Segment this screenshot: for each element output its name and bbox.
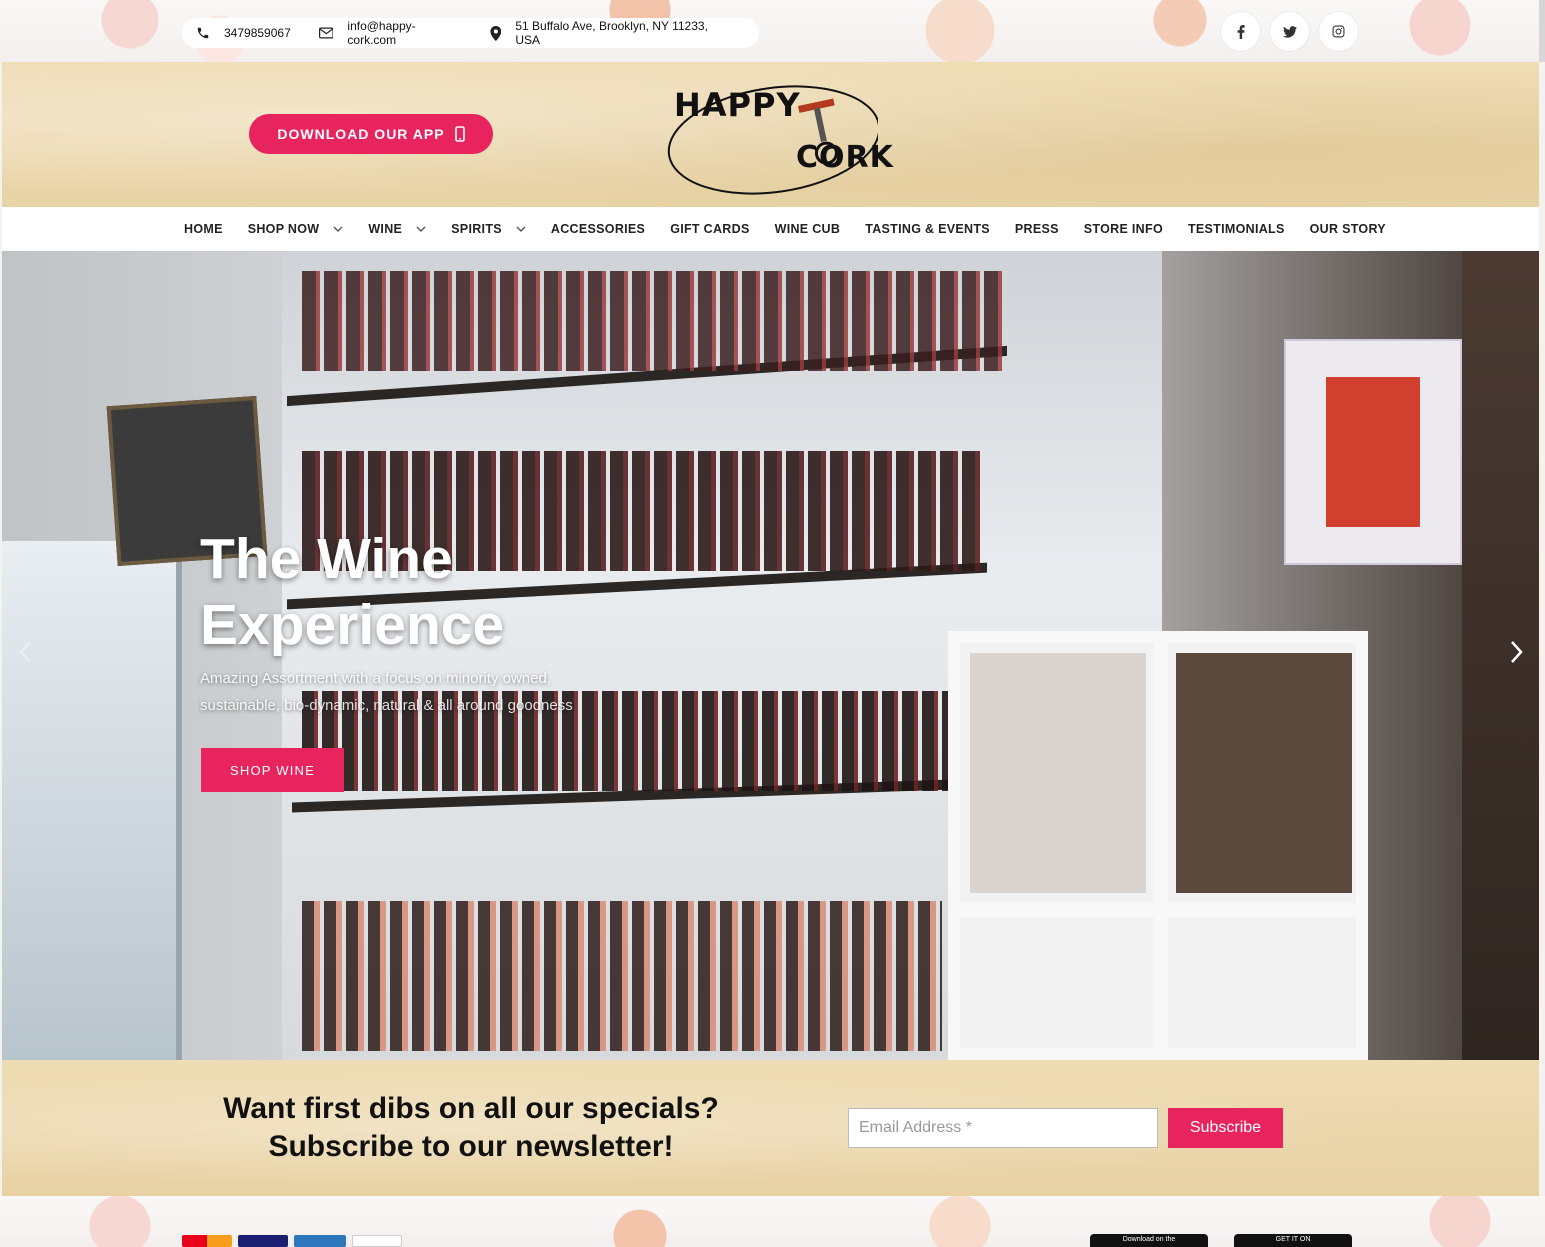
chevron-down-icon [333, 226, 343, 232]
newsletter-heading: Want first dibs on all our specials? Sub… [196, 1090, 746, 1166]
nav-label: HOME [184, 222, 223, 236]
visa-icon [238, 1235, 288, 1247]
nav-item-gift-cards[interactable]: GIFT CARDS [670, 222, 749, 236]
hero-subtitle-line: Amazing Assortment with a focus on minor… [200, 670, 551, 687]
map-pin-icon [490, 25, 501, 41]
email-contact[interactable]: info@happy-cork.com [318, 19, 462, 47]
logo-text-bottom: CORK [796, 140, 894, 175]
app-store-badge-text: Download on the [1122, 1236, 1176, 1243]
american-express-icon [294, 1235, 346, 1247]
nav-item-testimonials[interactable]: TESTIMONIALS [1188, 222, 1285, 236]
google-play-badge-text: GET IT ON [1275, 1236, 1311, 1243]
slider-next-arrow-icon[interactable] [1510, 640, 1524, 664]
envelope-icon [318, 27, 334, 39]
cube-cell [970, 653, 1146, 893]
nav-label: TASTING & EVENTS [865, 222, 990, 236]
nav-item-tasting-events[interactable]: TASTING & EVENTS [865, 222, 990, 236]
chevron-down-icon [516, 226, 526, 232]
nav-item-store-info[interactable]: STORE INFO [1084, 222, 1163, 236]
cube-cell [1176, 653, 1352, 893]
mastercard-icon [182, 1235, 232, 1247]
hero-book-image [1284, 339, 1462, 565]
hero-right-shadow [1462, 251, 1539, 1060]
mobile-phone-icon [454, 126, 465, 142]
instagram-icon [1332, 25, 1345, 38]
nav-label: STORE INFO [1083, 222, 1163, 236]
nav-item-shop-now[interactable]: SHOP NOW [248, 222, 344, 236]
newsletter-line: Subscribe to our newsletter! [268, 1130, 674, 1163]
nav-item-spirits[interactable]: SPIRITS [451, 222, 526, 236]
nav-label: OUR STORY [1309, 222, 1386, 236]
app-store-badge[interactable]: Download on the [1090, 1234, 1208, 1247]
nav-item-wine-cub[interactable]: WINE CUB [775, 222, 841, 236]
address-text: 51 Buffalo Ave, Brooklyn, NY 11233, USA [515, 19, 708, 47]
hero-title: The Wine Experience [200, 526, 504, 658]
nav-label: GIFT CARDS [670, 222, 750, 236]
main-nav: HOME SHOP NOW WINE SPIRITS ACCESSORIES G… [2, 207, 1539, 251]
nav-item-wine[interactable]: WINE [368, 222, 426, 236]
hero-cube-shelf-image [948, 631, 1368, 1060]
hero-bottles-image [302, 901, 942, 1051]
nav-label: TESTIMONIALS [1187, 222, 1285, 236]
nav-label: SHOP NOW [247, 222, 320, 236]
subscribe-button[interactable]: Subscribe [1168, 1108, 1283, 1148]
nav-item-accessories[interactable]: ACCESSORIES [551, 222, 645, 236]
facebook-button[interactable] [1221, 12, 1260, 51]
instagram-button[interactable] [1319, 12, 1358, 51]
cube-divider [960, 903, 1356, 917]
download-app-label: DOWNLOAD OUR APP [277, 126, 445, 142]
address-contact[interactable]: 51 Buffalo Ave, Brooklyn, NY 11233, USA [490, 19, 731, 47]
contact-pill: 3479859067 info@happy-cork.com 51 Buffal… [182, 18, 759, 48]
hero-subtitle: Amazing Assortment with a focus on minor… [200, 665, 620, 719]
cube-divider [1154, 643, 1168, 1048]
logo-text-top: HAPPY [674, 86, 801, 124]
phone-text: 3479859067 [224, 26, 291, 40]
nav-label: PRESS [1014, 222, 1059, 236]
nav-label: WINE CUB [774, 222, 841, 236]
nav-item-home[interactable]: HOME [184, 222, 223, 236]
phone-icon [197, 27, 209, 39]
email-text: info@happy-cork.com [347, 19, 416, 47]
hero-subtitle-line: sustainable, bio-dynamic, natural & all … [200, 697, 573, 714]
hero-title-line: Experience [200, 593, 505, 657]
happy-cork-logo[interactable]: HAPPY CORK [664, 74, 893, 198]
nav-label: WINE [368, 222, 403, 236]
nav-label: ACCESSORIES [550, 222, 646, 236]
email-address-input[interactable] [848, 1108, 1158, 1148]
chevron-down-icon [416, 226, 426, 232]
facebook-icon [1237, 24, 1245, 39]
twitter-button[interactable] [1270, 12, 1309, 51]
social-links [1221, 12, 1358, 51]
twitter-icon [1282, 25, 1297, 38]
nav-label: SPIRITS [451, 222, 502, 236]
shop-wine-button[interactable]: SHOP WINE [201, 748, 344, 792]
download-app-button[interactable]: DOWNLOAD OUR APP [249, 114, 493, 154]
discover-icon [352, 1235, 402, 1247]
nav-item-press[interactable]: PRESS [1015, 222, 1059, 236]
nav-item-our-story[interactable]: OUR STORY [1310, 222, 1386, 236]
book-cover [1326, 377, 1420, 527]
hero-title-line: The Wine [200, 527, 453, 591]
slider-prev-arrow-icon[interactable] [18, 640, 32, 664]
hero-bottles-image [302, 271, 1002, 371]
hero-fridge-image [2, 541, 182, 1060]
google-play-badge[interactable]: GET IT ON [1234, 1234, 1352, 1247]
top-bar: 3479859067 info@happy-cork.com 51 Buffal… [0, 0, 1545, 62]
newsletter-line: Want first dibs on all our specials? [223, 1092, 719, 1125]
phone-contact[interactable]: 3479859067 [196, 26, 291, 40]
